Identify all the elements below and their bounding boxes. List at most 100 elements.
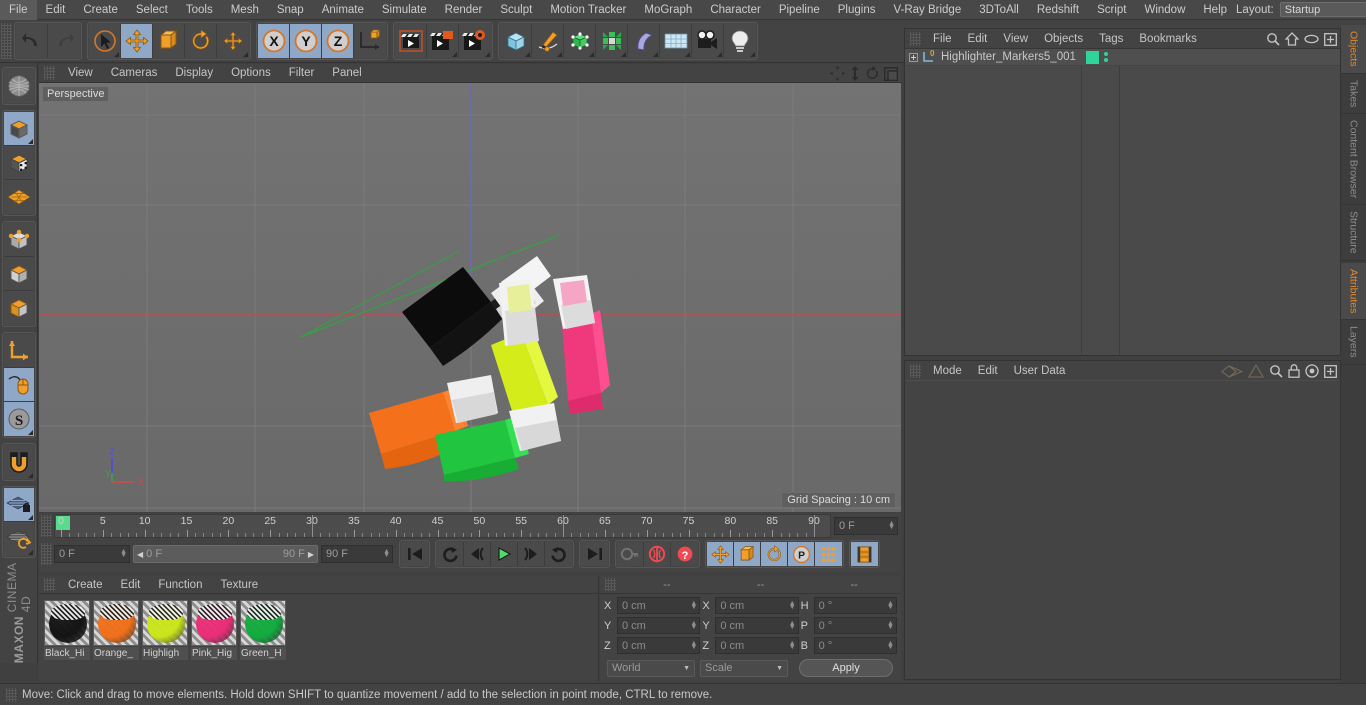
attribute-menu-mode[interactable]: Mode <box>925 361 970 381</box>
rotate-icon[interactable] <box>865 66 880 81</box>
timeline-mode-button[interactable] <box>851 542 878 566</box>
coordinate-manager-grip[interactable] <box>605 578 616 591</box>
attribute-menu-edit[interactable]: Edit <box>970 361 1006 381</box>
lock-y-button[interactable]: Y <box>290 24 322 58</box>
current-frame-field[interactable]: 0 F ▲ ▼ <box>834 517 898 535</box>
visibility-dots-icon[interactable] <box>1104 52 1108 62</box>
rotation-input[interactable]: 0 ° ▲ ▼ <box>813 617 897 634</box>
position-input[interactable]: 0 cm ▲ ▼ <box>617 617 701 634</box>
vertical-tab-structure[interactable]: Structure <box>1341 205 1366 261</box>
viewport-menu-grip[interactable] <box>44 66 55 80</box>
spinner-icon[interactable]: ▲ ▼ <box>887 600 894 611</box>
dolly-icon[interactable] <box>849 66 861 81</box>
texture-mode-button[interactable] <box>3 146 34 180</box>
spinner-icon[interactable]: ▲ ▼ <box>789 600 796 611</box>
material-item[interactable]: Black_Hi <box>44 600 90 660</box>
go-to-end-button[interactable] <box>581 542 608 566</box>
menu-motion-tracker[interactable]: Motion Tracker <box>541 0 635 20</box>
range-left-arrow-icon[interactable]: ◀ <box>137 550 143 559</box>
rotate-button[interactable] <box>185 24 217 58</box>
object-menu-objects[interactable]: Objects <box>1036 29 1091 49</box>
workplane-lock-button[interactable] <box>3 488 34 522</box>
position-input[interactable]: 0 cm ▲ ▼ <box>617 637 701 654</box>
soft-selection-button[interactable]: S <box>3 402 34 436</box>
scale-button[interactable] <box>153 24 185 58</box>
menu-file[interactable]: File <box>0 0 37 20</box>
step-back-button[interactable] <box>464 542 491 566</box>
material-menu-function[interactable]: Function <box>149 576 211 594</box>
previous-key-button[interactable] <box>437 542 464 566</box>
interp-right-icon[interactable] <box>1248 364 1264 378</box>
add-light-button[interactable] <box>724 24 756 58</box>
autokeying-button[interactable] <box>644 542 671 566</box>
preview-range-slider[interactable]: ◀ 0 F 90 F ▶ <box>133 545 318 563</box>
material-thumbnail[interactable] <box>142 600 188 646</box>
menu-sculpt[interactable]: Sculpt <box>491 0 541 20</box>
polygons-mode-button[interactable] <box>3 291 34 325</box>
spinner-icon[interactable]: ▲ ▼ <box>887 620 894 631</box>
points-mode-button[interactable] <box>3 223 34 257</box>
object-menu-view[interactable]: View <box>995 29 1036 49</box>
viewport-menu-panel[interactable]: Panel <box>323 64 370 83</box>
step-forward-button[interactable] <box>518 542 545 566</box>
viewport-menu-cameras[interactable]: Cameras <box>102 64 167 83</box>
menu-script[interactable]: Script <box>1088 0 1135 20</box>
coordinate-system-select[interactable]: World ▼ <box>607 659 695 677</box>
live-selection-button[interactable] <box>89 24 121 58</box>
add-camera-button[interactable] <box>692 24 724 58</box>
menu-render[interactable]: Render <box>436 0 492 20</box>
pan-icon[interactable] <box>830 66 845 81</box>
position-key-button[interactable] <box>707 542 734 566</box>
object-menu-tags[interactable]: Tags <box>1091 29 1131 49</box>
viewport-canvas[interactable]: Perspective Grid Spacing : 10 cm Z Y X <box>39 83 901 512</box>
material-menu-create[interactable]: Create <box>59 576 112 594</box>
parameter-key-button[interactable] <box>815 542 842 566</box>
material-menu-texture[interactable]: Texture <box>211 576 267 594</box>
menu-tools[interactable]: Tools <box>177 0 222 20</box>
make-editable-button[interactable] <box>3 69 34 103</box>
menu-mesh[interactable]: Mesh <box>222 0 268 20</box>
material-manager-grip[interactable] <box>44 578 55 591</box>
menu-pipeline[interactable]: Pipeline <box>770 0 829 20</box>
rotation-key-button[interactable] <box>761 542 788 566</box>
lock-x-button[interactable]: X <box>258 24 290 58</box>
maximize-icon[interactable] <box>884 66 898 81</box>
next-key-button[interactable] <box>545 542 572 566</box>
scale-key-button[interactable] <box>734 542 761 566</box>
add-icon[interactable] <box>1324 364 1337 378</box>
render-region-button[interactable] <box>427 24 459 58</box>
menu-select[interactable]: Select <box>127 0 177 20</box>
spinner-icon[interactable]: ▲ ▼ <box>690 640 697 651</box>
menu-simulate[interactable]: Simulate <box>373 0 436 20</box>
material-thumbnail[interactable] <box>191 600 237 646</box>
viewport-menu-view[interactable]: View <box>59 64 102 83</box>
material-item[interactable]: Pink_Hig <box>191 600 237 660</box>
object-tag-swatch[interactable] <box>1086 50 1099 64</box>
record-active-objects-button[interactable] <box>617 542 644 566</box>
material-item[interactable]: Green_H <box>240 600 286 660</box>
interp-left-icon[interactable] <box>1221 364 1243 378</box>
move-button[interactable] <box>121 24 153 58</box>
edges-mode-button[interactable] <box>3 257 34 291</box>
undo-button[interactable] <box>16 24 48 58</box>
snap-magnet-button[interactable] <box>3 445 34 479</box>
redo-button[interactable] <box>48 24 80 58</box>
add-deformer-button[interactable] <box>628 24 660 58</box>
viewport-menu-filter[interactable]: Filter <box>280 64 324 83</box>
render-settings-button[interactable] <box>459 24 491 58</box>
spinner-icon[interactable]: ▲ ▼ <box>789 640 796 651</box>
menu-mograph[interactable]: MoGraph <box>635 0 701 20</box>
spinner-icon[interactable]: ▲ ▼ <box>690 620 697 631</box>
vertical-tab-attributes[interactable]: Attributes <box>1341 262 1366 321</box>
vertical-tab-takes[interactable]: Takes <box>1341 73 1366 115</box>
play-button[interactable] <box>491 542 518 566</box>
object-manager-body[interactable]: 0 Highlighter_Markers5_001 <box>905 49 1340 355</box>
material-menu-edit[interactable]: Edit <box>112 576 150 594</box>
expand-toggle-icon[interactable] <box>909 52 918 62</box>
keyframe-selection-button[interactable]: ? <box>671 542 698 566</box>
material-item[interactable]: Orange_ <box>93 600 139 660</box>
add-spline-button[interactable] <box>532 24 564 58</box>
material-thumbnail[interactable] <box>240 600 286 646</box>
attribute-manager-grip[interactable] <box>910 363 921 378</box>
spinner-icon[interactable]: ▲ ▼ <box>690 600 697 611</box>
